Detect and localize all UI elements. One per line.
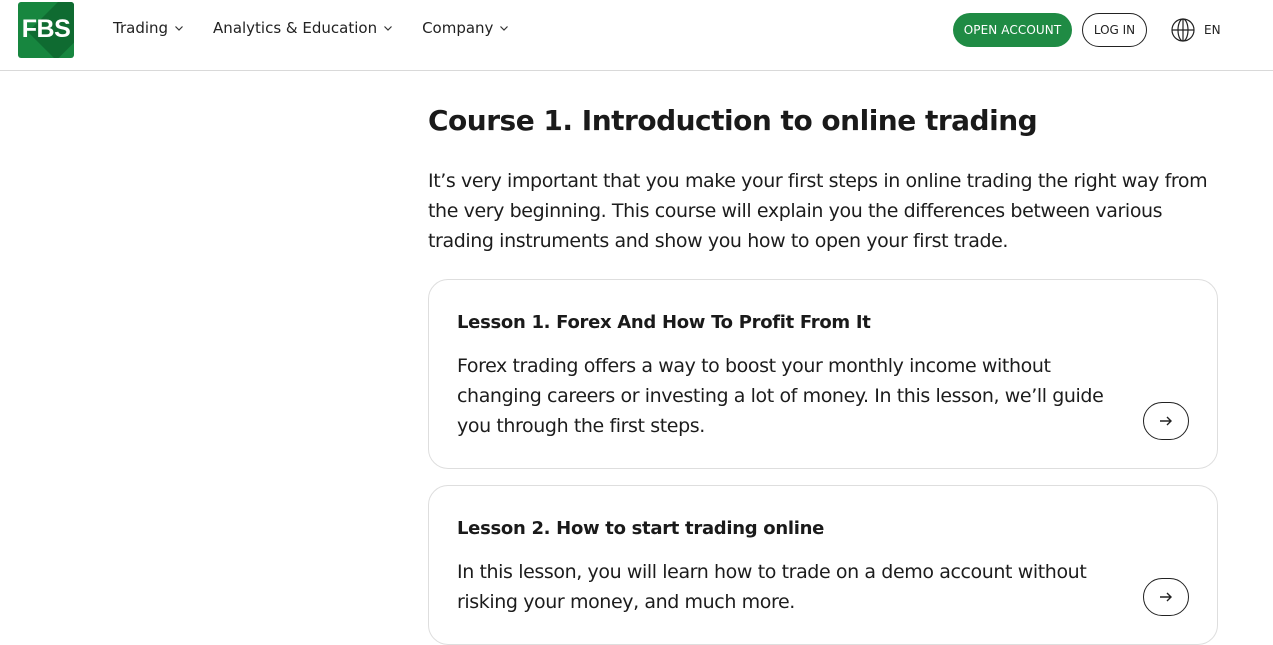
chevron-down-icon [384, 26, 393, 31]
lesson-title: Lesson 2. How to start trading online [457, 518, 825, 539]
course-title: Course 1. Introduction to online trading [428, 104, 1038, 137]
lesson-description: Forex trading offers a way to boost your… [457, 355, 1104, 437]
open-account-button[interactable]: OPEN ACCOUNT [953, 13, 1072, 47]
arrow-right-icon [1160, 592, 1172, 602]
course-description: It’s very important that you make your f… [428, 170, 1208, 252]
nav-item-label: Company [422, 19, 494, 37]
language-selector[interactable]: EN [1170, 17, 1221, 43]
globe-icon [1171, 18, 1195, 42]
arrow-right-icon [1160, 416, 1172, 426]
nav-item-label: Trading [113, 19, 169, 37]
nav-item-label: Analytics & Education [213, 19, 378, 37]
lesson-title: Lesson 1. Forex And How To Profit From I… [457, 312, 871, 333]
lesson-open-button[interactable] [1143, 578, 1189, 616]
main-nav: Trading Analytics & Education Company [113, 19, 538, 37]
chevron-down-icon [175, 26, 183, 31]
fbs-logo[interactable]: FBS [18, 2, 74, 58]
nav-item-company[interactable]: Company [422, 19, 509, 37]
chevron-down-icon [500, 26, 509, 31]
lesson-card[interactable]: Lesson 2. How to start trading online In… [428, 485, 1218, 645]
login-button[interactable]: LOG IN [1082, 13, 1147, 47]
lesson-open-button[interactable] [1143, 402, 1189, 440]
site-header: FBS Trading Analytics & Education Compan… [0, 0, 1273, 71]
logo-text: FBS [21, 15, 71, 43]
nav-item-analytics-education[interactable]: Analytics & Education [213, 19, 393, 37]
language-label: EN [1204, 23, 1221, 37]
lesson-description: In this lesson, you will learn how to tr… [457, 561, 1087, 613]
nav-item-trading[interactable]: Trading [113, 19, 184, 37]
lesson-card[interactable]: Lesson 1. Forex And How To Profit From I… [428, 279, 1218, 469]
